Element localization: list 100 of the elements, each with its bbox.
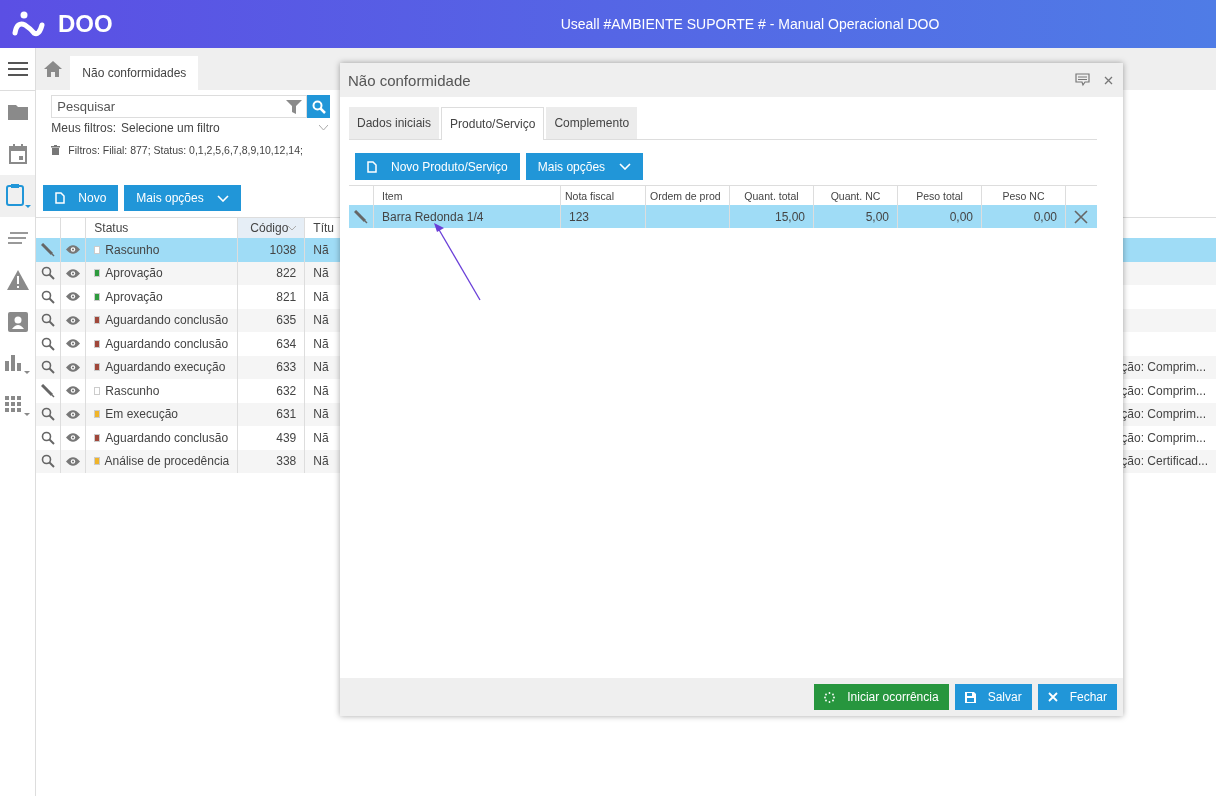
table-cell: Em execução (105, 407, 178, 422)
folder-icon (7, 104, 28, 120)
table-cell: 0,00 (1033, 209, 1057, 224)
eye-icon[interactable] (66, 268, 81, 278)
table-cell: 338 (276, 454, 297, 469)
table-cell: Nã (313, 313, 329, 328)
table-cell: 439 (276, 430, 297, 445)
chevron-down-icon (619, 163, 632, 170)
tab[interactable]: Produto/Serviço (441, 107, 545, 140)
table-cell: 632 (276, 383, 297, 398)
table-cell: Nã (313, 383, 329, 398)
table-cell: Aguardando conclusão (105, 430, 229, 445)
chevron-down-icon (216, 194, 229, 202)
table-cell: Rascunho (105, 383, 160, 398)
document-icon (55, 192, 66, 204)
applied-filters-text: Filtros: Filial: 877; Status: 0,1,2,5,6,7,8,9,10,12,14; (68, 144, 303, 156)
search-icon[interactable] (41, 289, 56, 304)
eye-icon[interactable] (66, 409, 81, 419)
save-icon (964, 691, 976, 703)
search-icon[interactable] (41, 336, 56, 351)
eye-icon[interactable] (66, 339, 81, 349)
search-icon[interactable] (41, 266, 56, 281)
eye-icon[interactable] (66, 433, 81, 443)
table-row[interactable]: Barra Redonda 1/4 123 15,00 5,00 0,00 0,00 (349, 205, 1097, 228)
table-row[interactable]: Aguardando conclusão 634 Nã (36, 332, 1216, 356)
lines-icon (7, 231, 28, 245)
eye-icon[interactable] (66, 456, 81, 466)
filter-dropdown[interactable]: Selecione um filtro (121, 121, 315, 135)
table-cell: Nã (313, 242, 329, 257)
table-cell: 822 (276, 266, 297, 281)
bar-chart-icon (4, 353, 31, 375)
close-icon[interactable] (1104, 75, 1113, 85)
start-button[interactable]: Iniciar ocorrência (814, 684, 949, 710)
menu-icon (7, 61, 28, 77)
table-cell: 5,00 (865, 209, 889, 224)
eye-icon[interactable] (66, 245, 81, 255)
pencil-icon[interactable] (41, 242, 56, 257)
table-cell: Aguardando execução (105, 360, 226, 375)
search-icon[interactable] (41, 430, 56, 445)
eye-icon[interactable] (66, 386, 81, 396)
table-cell: Nã (313, 430, 329, 445)
search-field[interactable]: Pesquisar (51, 95, 308, 118)
calendar-icon (8, 144, 27, 164)
search-button[interactable] (307, 95, 331, 118)
eye-icon[interactable] (66, 315, 81, 325)
table-cell: Nã (313, 289, 329, 304)
table-cell: 1038 (269, 242, 297, 257)
search-icon (311, 99, 326, 114)
table-cell: 634 (276, 336, 297, 351)
filter-icon[interactable] (286, 99, 303, 114)
clipboard-icon (4, 183, 31, 209)
table-cell: 631 (276, 407, 297, 422)
search-icon[interactable] (41, 407, 56, 422)
table-cell: 635 (276, 313, 297, 328)
table-cell: 821 (276, 289, 297, 304)
window-title: Useall #AMBIENTE SUPORTE # - Manual Operacional DOO (560, 16, 940, 32)
close-icon[interactable] (1074, 209, 1088, 224)
table-cell: Nã (313, 454, 329, 469)
tab[interactable]: Dados iniciais (349, 107, 440, 139)
table-cell: Barra Redonda 1/4 (382, 209, 484, 224)
column-header[interactable]: Código (238, 218, 306, 238)
table-cell: Nã (313, 360, 329, 375)
tab[interactable]: Complemento (546, 107, 638, 139)
table-cell: Aguardando conclusão (105, 336, 229, 351)
table-cell: Análise de procedência (104, 454, 230, 469)
comment-icon[interactable] (1075, 73, 1090, 87)
table-cell: 0,00 (949, 209, 973, 224)
table-cell: Aprovação (105, 266, 163, 281)
pencil-icon[interactable] (354, 209, 368, 224)
table-cell: 123 (569, 209, 590, 224)
search-icon[interactable] (41, 360, 56, 375)
table-cell: Nã (313, 336, 329, 351)
chevron-down-icon[interactable] (319, 125, 329, 131)
contact-icon (7, 312, 28, 332)
home-icon[interactable] (44, 61, 63, 77)
filter-label: Meus filtros: (51, 121, 116, 135)
table-row[interactable]: Aprovação 821 Nã (36, 285, 1216, 309)
eye-icon[interactable] (66, 362, 81, 372)
table-cell: Aprovação (105, 289, 163, 304)
search-icon[interactable] (41, 454, 56, 469)
pencil-icon[interactable] (41, 383, 56, 398)
trash-icon[interactable] (51, 145, 61, 155)
table-cell: Nã (313, 266, 329, 281)
logo-icon (12, 11, 46, 37)
logo-text: DOO (58, 10, 113, 38)
warning-icon (6, 270, 29, 290)
eye-icon[interactable] (66, 292, 81, 302)
sort-icon (288, 225, 297, 231)
grid-icon (4, 395, 31, 417)
table-cell: Rascunho (105, 242, 160, 257)
table-cell: 15,00 (774, 209, 805, 224)
table-cell: Nã (313, 407, 329, 422)
spinner-icon (824, 691, 836, 703)
tab[interactable]: Não conformidades (70, 56, 199, 90)
table-cell: 633 (276, 360, 297, 375)
document-icon (367, 160, 377, 173)
search-icon[interactable] (41, 313, 56, 328)
close-icon (1047, 692, 1058, 702)
table-cell: Aguardando conclusão (105, 313, 229, 328)
dialog-title: Não conformidade (348, 71, 472, 89)
